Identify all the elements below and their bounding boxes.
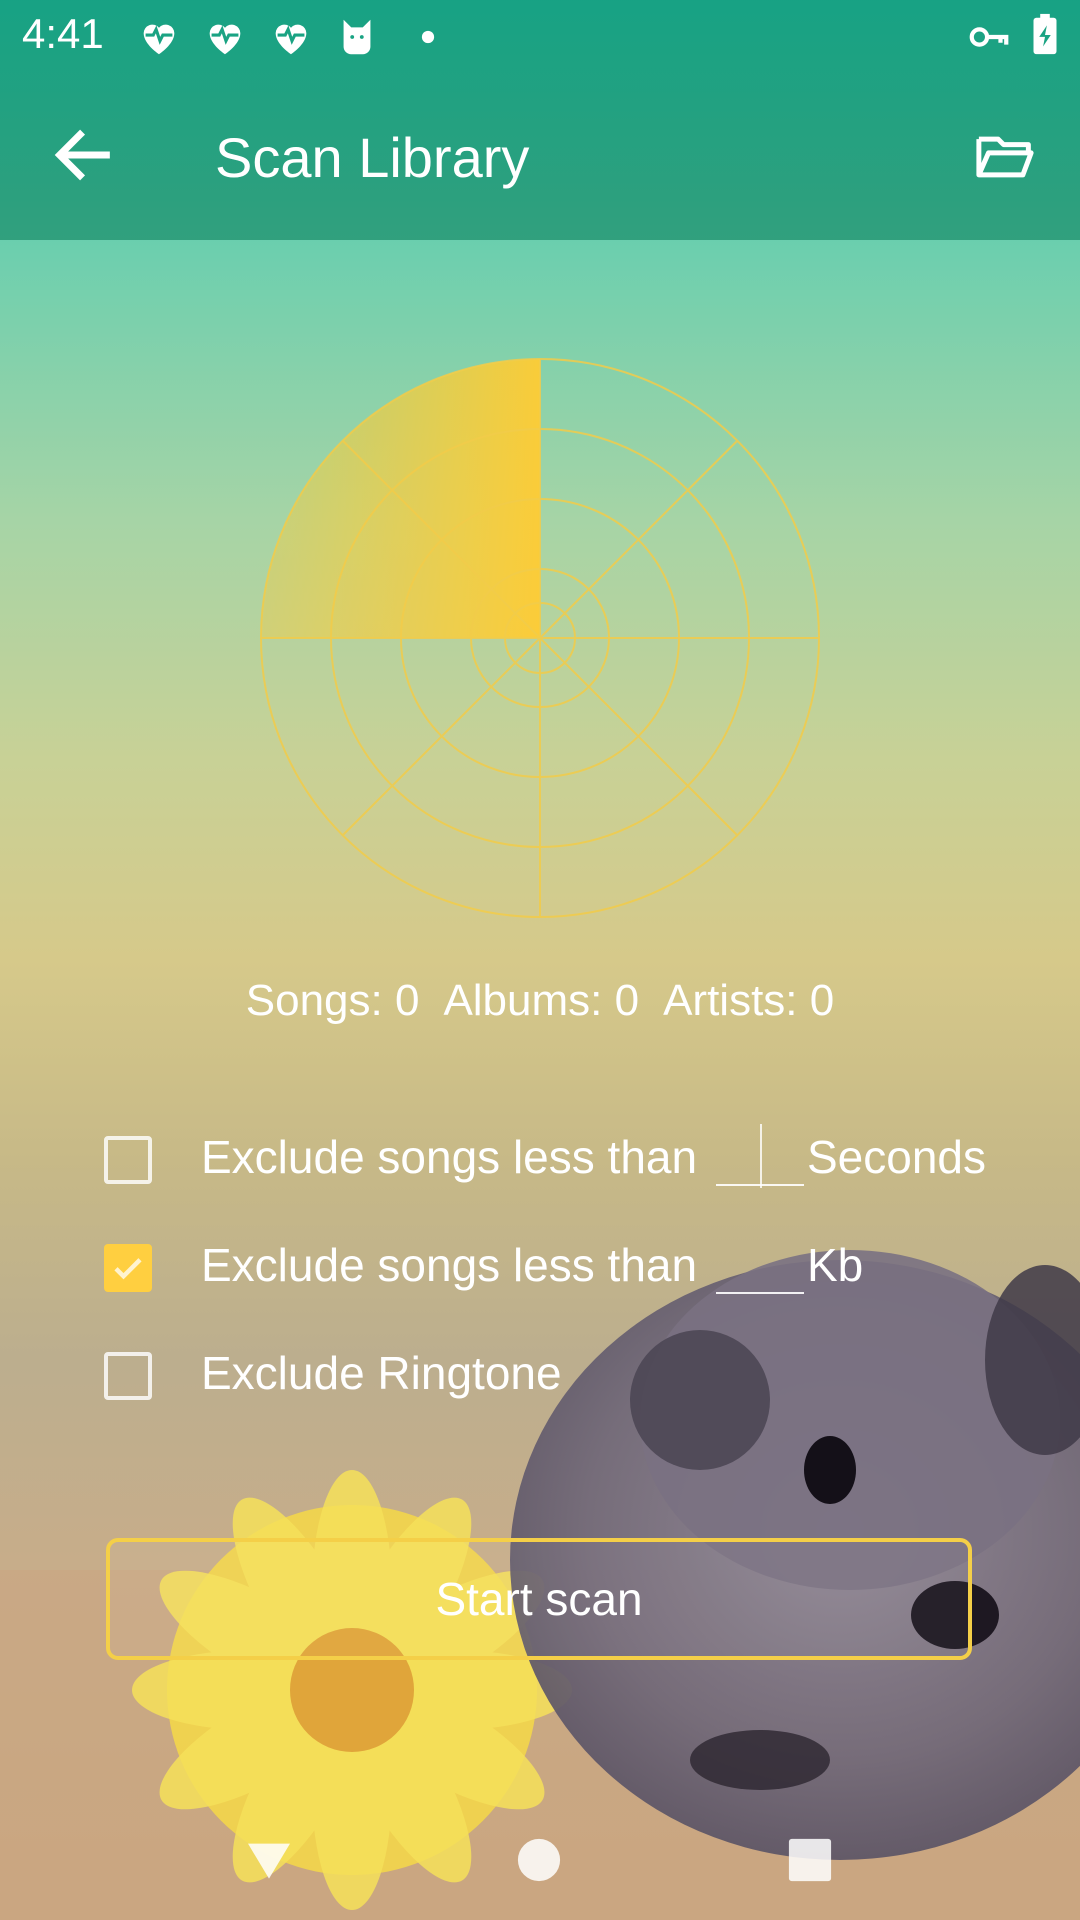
- exclude-kb-checkbox[interactable]: [104, 1244, 152, 1292]
- exclude-small-songs-option[interactable]: Exclude songs less than Kb: [104, 1226, 1004, 1296]
- option-label: Exclude Ringtone: [201, 1347, 562, 1399]
- kb-input[interactable]: [716, 1240, 804, 1294]
- heart-pulse-icon: [143, 24, 175, 55]
- exclude-ringtone-checkbox[interactable]: [104, 1352, 152, 1400]
- heart-pulse-icon: [275, 24, 307, 55]
- check-icon: [114, 1258, 142, 1280]
- status-time: 4:41: [22, 10, 104, 57]
- start-scan-button[interactable]: Start scan: [106, 1538, 972, 1660]
- exclude-seconds-checkbox[interactable]: [104, 1136, 152, 1184]
- back-triangle-icon[interactable]: [229, 1820, 309, 1900]
- cat-icon: [343, 19, 371, 55]
- library-counts: Songs: 0 Albums: 0 Artists: 0: [0, 976, 1080, 1026]
- scan-radar: [260, 358, 820, 918]
- option-label: Exclude songs less than: [201, 1239, 698, 1291]
- vpn-key-icon: [969, 27, 1009, 47]
- folder-open-icon[interactable]: [972, 124, 1038, 190]
- kb-unit: Kb: [807, 1239, 864, 1291]
- recents-square-icon[interactable]: [770, 1820, 850, 1900]
- status-bar: 4:41: [0, 0, 1080, 75]
- exclude-short-songs-option[interactable]: Exclude songs less than Seconds: [104, 1118, 1004, 1188]
- navigation-bar: [0, 1800, 1080, 1920]
- albums-count: Albums: 0: [443, 976, 640, 1025]
- dot-icon: [421, 30, 435, 44]
- arrow-back-icon[interactable]: [48, 120, 118, 190]
- option-label: Exclude songs less than: [201, 1131, 698, 1183]
- seconds-unit: Seconds: [807, 1131, 987, 1183]
- page-title: Scan Library: [215, 126, 530, 189]
- battery-charging-icon: [1033, 13, 1057, 55]
- seconds-input[interactable]: [716, 1124, 804, 1188]
- home-circle-icon[interactable]: [499, 1820, 579, 1900]
- heart-pulse-icon: [209, 24, 241, 55]
- exclude-ringtone-option[interactable]: Exclude Ringtone: [104, 1334, 1004, 1404]
- songs-count: Songs: 0: [245, 976, 420, 1025]
- artists-count: Artists: 0: [663, 976, 835, 1025]
- text-cursor: [760, 1124, 762, 1188]
